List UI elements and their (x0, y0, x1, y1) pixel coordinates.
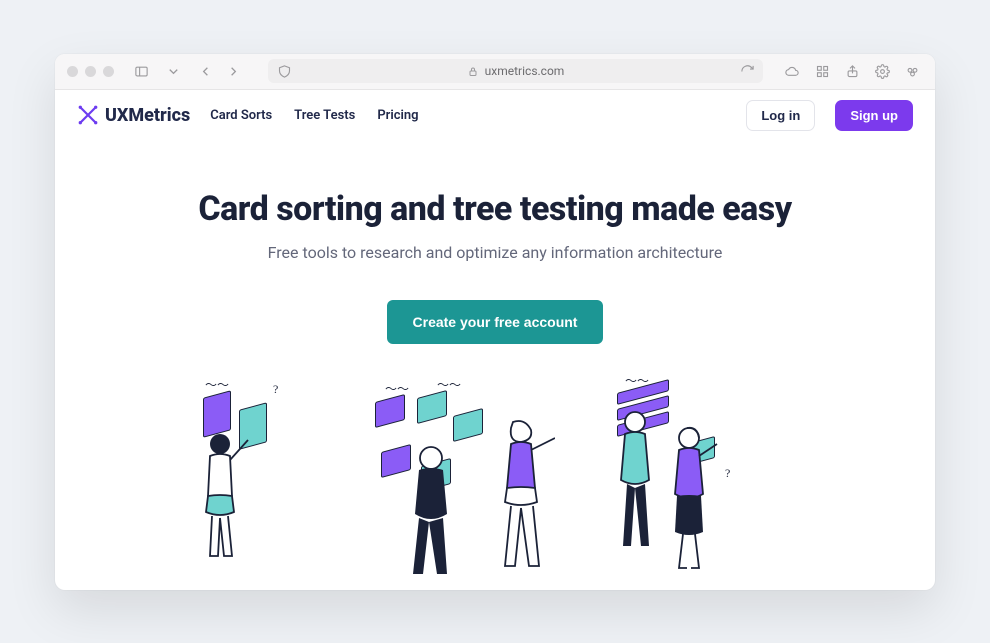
logo-mark-icon (77, 104, 99, 126)
browser-window: uxmetrics.com (55, 54, 935, 590)
nav-pricing[interactable]: Pricing (377, 108, 418, 123)
share-icon[interactable] (841, 60, 863, 82)
page-content: UXMetrics Card Sorts Tree Tests Pricing … (55, 90, 935, 590)
person-illustration-5 (663, 424, 719, 574)
person-illustration-3 (485, 416, 555, 576)
grid-icon[interactable] (811, 60, 833, 82)
cta-create-account-button[interactable]: Create your free account (387, 300, 604, 344)
close-window-dot[interactable] (67, 66, 78, 77)
signup-button[interactable]: Sign up (835, 100, 913, 131)
person-illustration-4 (605, 406, 665, 556)
back-button-icon[interactable] (194, 60, 216, 82)
cloud-icon[interactable] (781, 60, 803, 82)
lock-icon (467, 65, 479, 77)
address-bar[interactable]: uxmetrics.com (268, 59, 763, 83)
person-illustration-2 (395, 442, 465, 582)
chevron-down-icon[interactable] (162, 60, 184, 82)
hero-illustration: ～～ ? ～～ ～～ (185, 376, 805, 586)
primary-nav: Card Sorts Tree Tests Pricing (210, 108, 418, 123)
nav-tree-tests[interactable]: Tree Tests (294, 108, 355, 123)
browser-toolbar: uxmetrics.com (55, 54, 935, 90)
reload-icon[interactable] (739, 63, 755, 79)
forward-button-icon[interactable] (222, 60, 244, 82)
minimize-window-dot[interactable] (85, 66, 96, 77)
extension-icon[interactable] (901, 60, 923, 82)
hero-subheadline: Free tools to research and optimize any … (268, 243, 723, 262)
gear-icon[interactable] (871, 60, 893, 82)
window-traffic-lights (67, 66, 114, 77)
person-illustration-1 (190, 426, 250, 566)
zoom-window-dot[interactable] (103, 66, 114, 77)
login-button[interactable]: Log in (746, 100, 815, 131)
brand-logo[interactable]: UXMetrics (77, 104, 190, 126)
url-text: uxmetrics.com (485, 64, 565, 78)
privacy-shield-icon[interactable] (276, 63, 292, 79)
hero-section: Card sorting and tree testing made easy … (55, 141, 935, 590)
hero-headline: Card sorting and tree testing made easy (198, 189, 791, 229)
sidebar-toggle-icon[interactable] (130, 60, 152, 82)
brand-name: UXMetrics (105, 105, 190, 126)
nav-card-sorts[interactable]: Card Sorts (210, 108, 272, 123)
site-header: UXMetrics Card Sorts Tree Tests Pricing … (55, 90, 935, 141)
